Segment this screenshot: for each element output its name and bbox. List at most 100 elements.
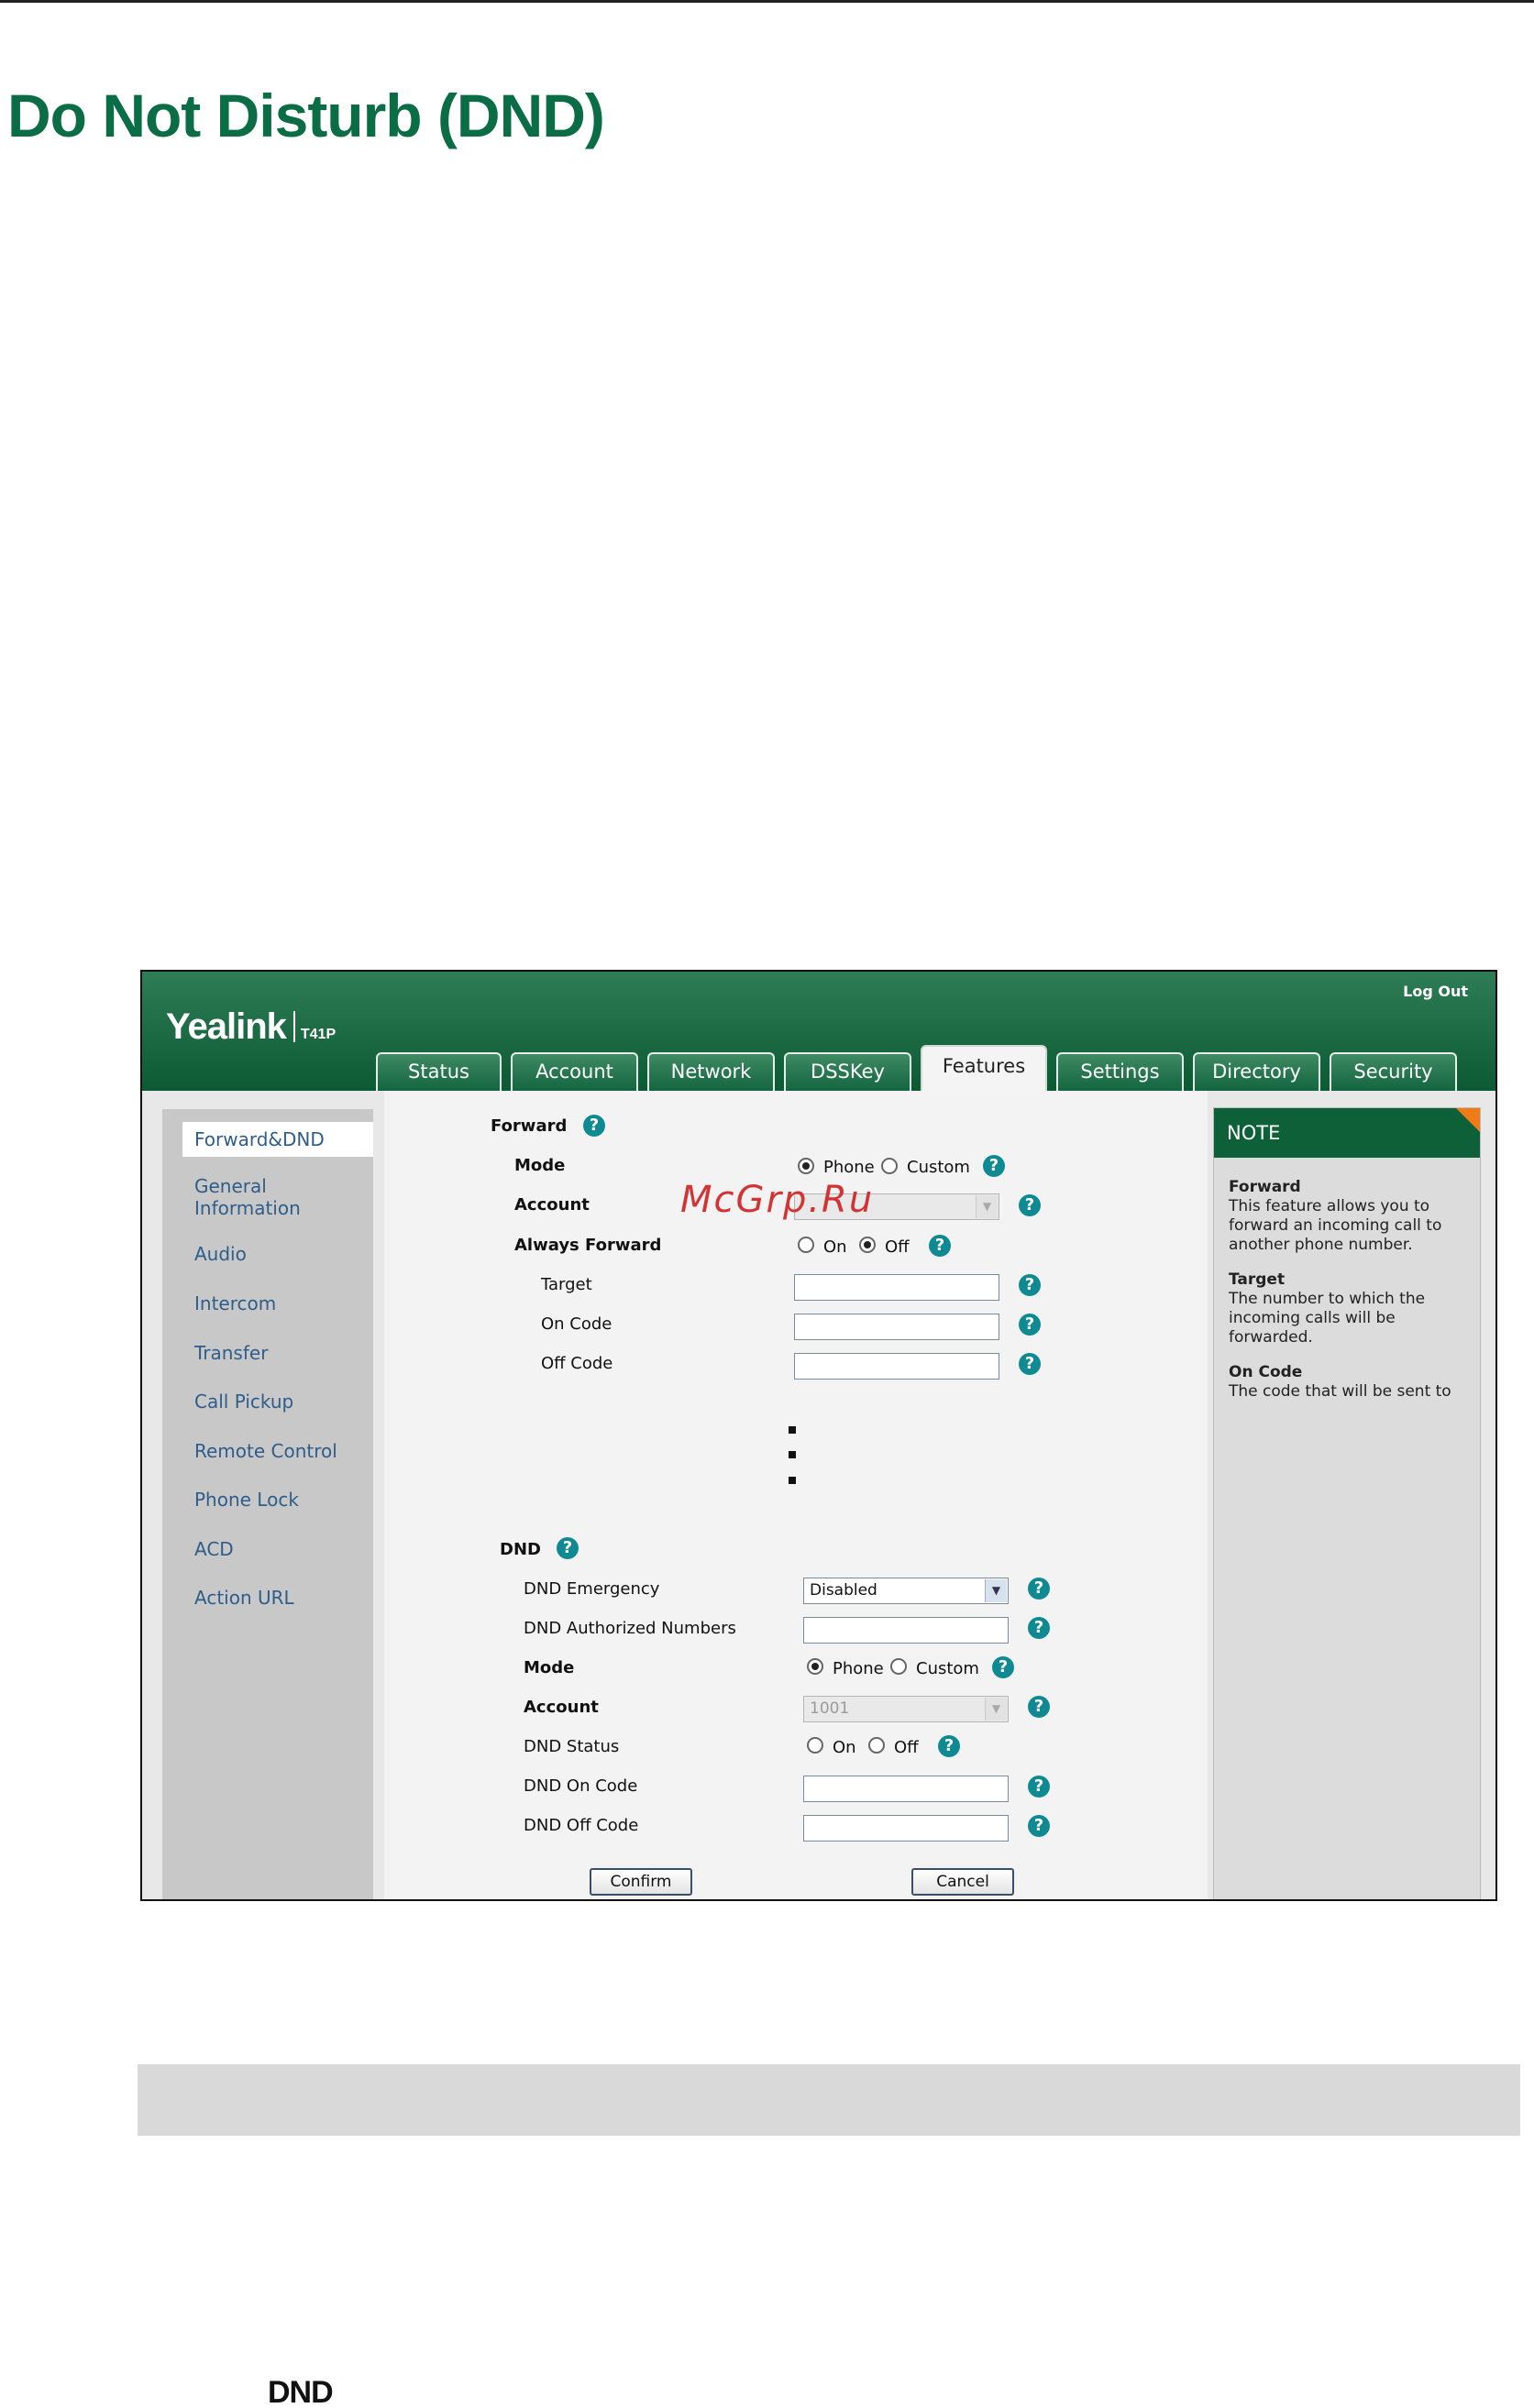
- tab-security[interactable]: Security: [1330, 1052, 1457, 1091]
- dnd-authorized-label: DND Authorized Numbers: [524, 1619, 736, 1638]
- forward-section-title: Forward: [491, 1116, 568, 1136]
- dnd-off-code-input[interactable]: [803, 1815, 1009, 1842]
- logo-separator: [292, 1011, 295, 1042]
- help-icon[interactable]: ?: [929, 1235, 951, 1257]
- note-on-code-title: On Code: [1229, 1363, 1303, 1381]
- dnd-account-value: 1001: [810, 1699, 850, 1718]
- model-name: T41P: [300, 1027, 337, 1042]
- dnd-mode-phone-radio[interactable]: [807, 1658, 823, 1675]
- sidebar-item-remote-control[interactable]: Remote Control: [162, 1440, 373, 1462]
- page-title: Do Not Disturb (DND): [7, 82, 605, 149]
- help-icon[interactable]: ?: [1019, 1353, 1041, 1375]
- tab-directory[interactable]: Directory: [1193, 1052, 1320, 1091]
- sidebar-item-acd[interactable]: ACD: [162, 1538, 373, 1560]
- dnd-emergency-select[interactable]: Disabled ▼: [803, 1578, 1009, 1604]
- dnd-status-off-label: Off: [894, 1738, 919, 1757]
- chevron-down-icon: ▼: [976, 1195, 998, 1218]
- always-forward-label: Always Forward: [514, 1236, 662, 1255]
- dnd-account-label: Account: [524, 1698, 599, 1717]
- top-rule: [0, 0, 1534, 3]
- tab-dsskey[interactable]: DSSKey: [784, 1052, 911, 1091]
- forward-mode-phone-radio[interactable]: [798, 1158, 814, 1174]
- chevron-down-icon: ▼: [985, 1698, 1007, 1721]
- forward-mode-custom-radio[interactable]: [881, 1158, 898, 1174]
- sidebar-item-call-pickup[interactable]: Call Pickup: [162, 1391, 373, 1413]
- logout-link[interactable]: Log Out: [1403, 983, 1468, 1000]
- always-forward-on-radio[interactable]: [798, 1237, 814, 1253]
- help-icon[interactable]: ?: [1028, 1578, 1050, 1600]
- dnd-section-title: DND: [500, 1540, 541, 1559]
- tab-settings[interactable]: Settings: [1056, 1052, 1184, 1091]
- sidebar-item-intercom[interactable]: Intercom: [162, 1292, 373, 1314]
- dnd-status-off-radio[interactable]: [868, 1737, 885, 1754]
- always-forward-off-label: Off: [885, 1237, 910, 1257]
- dnd-mode-custom-radio[interactable]: [890, 1658, 907, 1675]
- dnd-status-label: DND Status: [524, 1737, 620, 1756]
- off-code-input[interactable]: [794, 1353, 999, 1380]
- sidebar-item-action-url[interactable]: Action URL: [162, 1587, 373, 1609]
- bottom-text: DND: [268, 2375, 334, 2408]
- help-icon[interactable]: ?: [983, 1155, 1005, 1177]
- dnd-status-on-label: On: [833, 1738, 856, 1757]
- dnd-on-code-input[interactable]: [803, 1776, 1009, 1802]
- dnd-status-on-radio[interactable]: [807, 1737, 823, 1754]
- help-icon[interactable]: ?: [557, 1537, 579, 1559]
- dnd-emergency-value: Disabled: [810, 1581, 877, 1600]
- note-forward-title: Forward: [1229, 1178, 1301, 1196]
- confirm-button[interactable]: Confirm: [590, 1868, 692, 1896]
- forward-mode-custom-label: Custom: [907, 1158, 970, 1177]
- forward-mode-label: Mode: [514, 1156, 566, 1175]
- help-icon[interactable]: ?: [1019, 1274, 1041, 1296]
- dnd-off-code-label: DND Off Code: [524, 1816, 639, 1835]
- sidebar-item-general-information[interactable]: General Information: [162, 1175, 346, 1219]
- brand-name: Yealink: [166, 1006, 287, 1047]
- sidebar-item-transfer[interactable]: Transfer: [162, 1342, 373, 1364]
- note-body: Forward This feature allows you to forwar…: [1229, 1178, 1476, 1417]
- help-icon[interactable]: ?: [992, 1656, 1014, 1678]
- always-forward-on-label: On: [823, 1237, 847, 1257]
- ellipsis-dot: [789, 1451, 796, 1458]
- tab-status[interactable]: Status: [376, 1052, 502, 1091]
- dnd-account-select[interactable]: 1001 ▼: [803, 1696, 1009, 1722]
- help-icon[interactable]: ?: [1028, 1617, 1050, 1639]
- note-target-title: Target: [1229, 1270, 1286, 1289]
- dnd-authorized-input[interactable]: [803, 1617, 1009, 1644]
- tab-features[interactable]: Features: [921, 1045, 1047, 1091]
- help-icon[interactable]: ?: [938, 1735, 960, 1757]
- chevron-down-icon: ▼: [985, 1579, 1007, 1602]
- cancel-button[interactable]: Cancel: [911, 1868, 1014, 1896]
- sidebar: Forward&DND General Information Audio In…: [162, 1109, 373, 1899]
- sidebar-item-audio[interactable]: Audio: [162, 1243, 373, 1265]
- help-icon[interactable]: ?: [1019, 1194, 1041, 1216]
- header-bar: Yealink T41P Log Out Status Account Netwo…: [142, 972, 1495, 1091]
- note-target: Target The number to which the incoming c…: [1229, 1270, 1476, 1347]
- note-target-text: The number to which the incoming calls w…: [1229, 1290, 1426, 1347]
- sidebar-item-phone-lock[interactable]: Phone Lock: [162, 1489, 373, 1511]
- dnd-mode-label: Mode: [524, 1658, 575, 1677]
- tab-network[interactable]: Network: [647, 1052, 775, 1091]
- note-panel: NOTE Forward This feature allows you to f…: [1213, 1107, 1481, 1899]
- help-icon[interactable]: ?: [1028, 1776, 1050, 1798]
- on-code-input[interactable]: [794, 1314, 999, 1340]
- forward-mode-phone-label: Phone: [823, 1158, 875, 1177]
- target-input[interactable]: [794, 1274, 999, 1301]
- dnd-emergency-label: DND Emergency: [524, 1579, 660, 1599]
- brand-logo: Yealink T41P: [166, 1006, 336, 1048]
- watermark: McGrp.Ru: [680, 1179, 875, 1221]
- dnd-mode-custom-label: Custom: [916, 1659, 979, 1678]
- help-icon[interactable]: ?: [1028, 1815, 1050, 1837]
- off-code-label: Off Code: [541, 1354, 613, 1373]
- tab-account[interactable]: Account: [511, 1052, 638, 1091]
- dnd-mode-phone-label: Phone: [833, 1659, 884, 1678]
- help-icon[interactable]: ?: [1019, 1314, 1041, 1336]
- help-icon[interactable]: ?: [1028, 1696, 1050, 1718]
- ellipsis-dot: [789, 1477, 796, 1484]
- always-forward-off-radio[interactable]: [859, 1237, 876, 1253]
- note-on-code-text: The code that will be sent to: [1229, 1382, 1451, 1401]
- note-corner-icon: [1456, 1108, 1480, 1132]
- help-icon[interactable]: ?: [583, 1115, 605, 1137]
- web-ui-screenshot: Yealink T41P Log Out Status Account Netwo…: [140, 970, 1497, 1901]
- target-label: Target: [541, 1275, 592, 1294]
- sidebar-item-forward-dnd[interactable]: Forward&DND: [182, 1122, 373, 1157]
- forward-account-label: Account: [514, 1195, 590, 1215]
